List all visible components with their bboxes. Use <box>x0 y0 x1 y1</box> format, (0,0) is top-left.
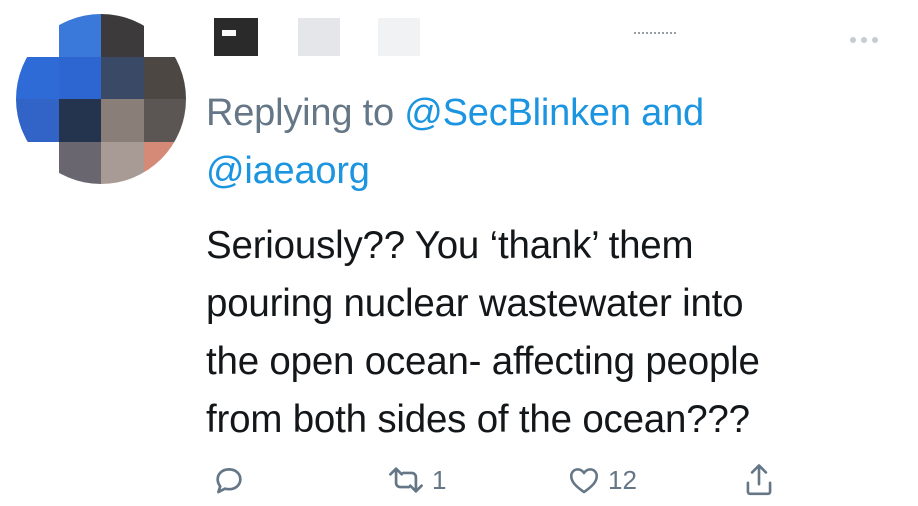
reply-icon <box>216 468 242 494</box>
avatar-pixel <box>16 56 59 99</box>
tweet-text-line: from both sides of the ocean??? <box>206 398 750 441</box>
like-count: 12 <box>608 464 637 495</box>
avatar-pixel <box>101 99 144 142</box>
tweet-text-line: the open ocean- affecting people <box>206 340 760 383</box>
retweet-button[interactable]: 1 <box>386 460 446 500</box>
replying-to: Replying to @SecBlinken and @iaeaorg <box>206 84 896 200</box>
tweet-actions: 1 12 <box>0 460 918 506</box>
avatar[interactable] <box>16 14 186 184</box>
retweet-count: 1 <box>432 464 447 495</box>
mention-secblinken[interactable]: @SecBlinken <box>404 92 631 134</box>
heart-icon <box>569 468 599 494</box>
share-button[interactable] <box>742 460 782 500</box>
like-button[interactable]: 12 <box>566 460 637 500</box>
avatar-pixel <box>58 99 101 142</box>
avatar-pixel <box>143 56 186 99</box>
avatar-pixel <box>101 14 144 57</box>
username-redacted[interactable] <box>378 18 420 56</box>
mention-iaeaorg[interactable]: @iaeaorg <box>206 150 370 192</box>
timestamp-redacted <box>634 32 676 36</box>
mention-joiner: and <box>630 92 704 134</box>
avatar-pixel <box>58 141 101 184</box>
display-name-redacted[interactable] <box>214 18 258 56</box>
tweet-text: Seriously?? You ‘thank’ them pouring nuc… <box>206 217 906 449</box>
replying-prefix: Replying to <box>206 92 405 134</box>
avatar-pixel <box>101 56 144 99</box>
avatar-pixel <box>16 99 59 142</box>
avatar-pixel <box>58 14 101 57</box>
avatar-pixel <box>143 99 186 142</box>
tweet-text-line: Seriously?? You ‘thank’ them <box>206 224 694 267</box>
avatar-pixel <box>16 141 59 184</box>
reply-button[interactable] <box>212 460 252 500</box>
more-options-icon[interactable] <box>850 34 890 46</box>
avatar-pixel <box>16 14 59 57</box>
avatar-pixel <box>143 141 186 184</box>
avatar-pixel <box>101 141 144 184</box>
tweet: Replying to @SecBlinken and @iaeaorg Ser… <box>0 0 918 506</box>
share-icon <box>746 464 772 496</box>
tweet-text-line: pouring nuclear wastewater into <box>206 282 744 325</box>
retweet-icon <box>389 467 423 493</box>
verified-badge-redacted <box>298 18 340 56</box>
avatar-pixel <box>58 56 101 99</box>
avatar-pixel <box>143 14 186 57</box>
